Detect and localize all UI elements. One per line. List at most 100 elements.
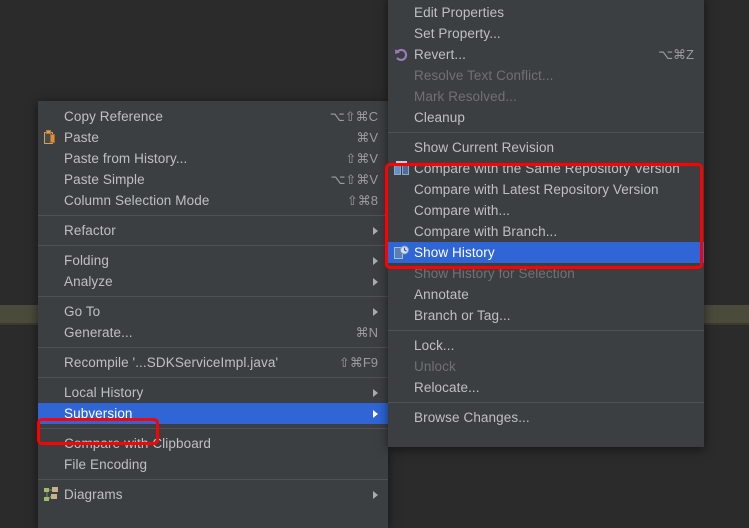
icon-placeholder — [38, 433, 64, 454]
menu-item-compare-with-the-same-repository-version[interactable]: Compare with the Same Repository Version — [388, 158, 704, 179]
submenu-chevron-right-icon — [373, 409, 378, 418]
menu-item-column-selection-mode[interactable]: Column Selection Mode ⇧⌘8 — [38, 190, 388, 211]
submenu-chevron-right-icon — [373, 490, 378, 499]
icon-placeholder — [38, 220, 64, 241]
submenu-chevron-right-icon — [373, 388, 378, 397]
icon-placeholder — [388, 221, 414, 242]
menu-separator — [38, 215, 388, 216]
menu-item-label: Paste Simple — [64, 172, 145, 187]
menu-separator — [38, 479, 388, 480]
menu-item-label: Paste — [64, 130, 100, 145]
menu-item-copy-reference[interactable]: Copy Reference ⌥⇧⌘C — [38, 106, 388, 127]
menu-item-edit-properties[interactable]: Edit Properties — [388, 2, 704, 23]
menu-item-revert[interactable]: Revert... ⌥⌘Z — [388, 44, 704, 65]
menu-item-shortcut: ⇧⌘8 — [346, 192, 378, 208]
menu-item-label: Refactor — [64, 223, 116, 238]
menu-item-shortcut: ⇧⌘V — [345, 150, 378, 166]
menu-item-label: Unlock — [414, 359, 456, 374]
menu-item-analyze[interactable]: Analyze — [38, 271, 388, 292]
menu-item-label: Compare with Branch... — [414, 224, 558, 239]
icon-placeholder — [388, 407, 414, 428]
menu-item-show-current-revision[interactable]: Show Current Revision — [388, 137, 704, 158]
menu-item-go-to[interactable]: Go To — [38, 301, 388, 322]
submenu-chevron-right-icon — [373, 307, 378, 316]
menu-item-label: Lock... — [414, 338, 455, 353]
menu-item-label: Compare with Latest Repository Version — [414, 182, 659, 197]
menu-item-compare-with-clipboard[interactable]: Compare with Clipboard — [38, 433, 388, 454]
menu-separator — [38, 377, 388, 378]
menu-item-set-property[interactable]: Set Property... — [388, 23, 704, 44]
menu-separator — [38, 296, 388, 297]
menu-item-show-history[interactable]: Show History — [388, 242, 704, 263]
menu-item-label: Compare with... — [414, 203, 511, 218]
icon-placeholder — [388, 200, 414, 221]
icon-placeholder — [38, 169, 64, 190]
menu-item-label: Diagrams — [64, 487, 123, 502]
menu-item-cleanup[interactable]: Cleanup — [388, 107, 704, 128]
icon-placeholder — [388, 335, 414, 356]
icon-placeholder — [388, 305, 414, 326]
menu-item-label: Folding — [64, 253, 109, 268]
menu-item-label: Resolve Text Conflict... — [414, 68, 554, 83]
menu-item-label: Recompile '...SDKServiceImpl.java' — [64, 355, 279, 370]
menu-item-label: Analyze — [64, 274, 113, 289]
submenu-chevron-right-icon — [373, 256, 378, 265]
menu-item-branch-or-tag[interactable]: Branch or Tag... — [388, 305, 704, 326]
icon-placeholder — [38, 454, 64, 475]
menu-separator — [38, 347, 388, 348]
menu-item-unlock: Unlock — [388, 356, 704, 377]
history-icon — [388, 242, 414, 263]
menu-item-refactor[interactable]: Refactor — [38, 220, 388, 241]
menu-item-generate[interactable]: Generate... ⌘N — [38, 322, 388, 343]
compare-icon — [388, 158, 414, 179]
menu-item-label: Show History — [414, 245, 495, 260]
menu-item-shortcut: ⇧⌘F9 — [338, 354, 378, 370]
menu-item-label: Mark Resolved... — [414, 89, 517, 104]
menu-item-compare-with-latest-repository-version[interactable]: Compare with Latest Repository Version — [388, 179, 704, 200]
editor-context-menu[interactable]: Copy Reference ⌥⇧⌘C Paste ⌘V Paste from Hist… — [38, 101, 388, 528]
icon-placeholder — [388, 23, 414, 44]
icon-placeholder — [388, 377, 414, 398]
menu-item-compare-with-branch[interactable]: Compare with Branch... — [388, 221, 704, 242]
menu-item-label: Show Current Revision — [414, 140, 555, 155]
menu-item-label: Local History — [64, 385, 144, 400]
menu-item-label: File Encoding — [64, 457, 148, 472]
revert-icon — [388, 44, 414, 65]
menu-item-lock[interactable]: Lock... — [388, 335, 704, 356]
icon-placeholder — [38, 106, 64, 127]
menu-separator — [388, 132, 704, 133]
menu-item-browse-changes[interactable]: Browse Changes... — [388, 407, 704, 428]
icon-placeholder — [38, 250, 64, 271]
menu-item-shortcut: ⌥⇧⌘V — [330, 171, 378, 187]
menu-item-relocate[interactable]: Relocate... — [388, 377, 704, 398]
menu-item-diagrams[interactable]: Diagrams — [38, 484, 388, 505]
menu-item-local-history[interactable]: Local History — [38, 382, 388, 403]
menu-separator — [38, 245, 388, 246]
menu-item-compare-with[interactable]: Compare with... — [388, 200, 704, 221]
menu-separator — [38, 428, 388, 429]
menu-item-label: Go To — [64, 304, 101, 319]
icon-placeholder — [388, 179, 414, 200]
menu-item-label: Edit Properties — [414, 5, 505, 20]
menu-separator — [388, 402, 704, 403]
menu-item-paste-simple[interactable]: Paste Simple ⌥⇧⌘V — [38, 169, 388, 190]
submenu-chevron-right-icon — [373, 226, 378, 235]
menu-item-label: Column Selection Mode — [64, 193, 210, 208]
menu-item-label: Annotate — [414, 287, 469, 302]
menu-item-subversion[interactable]: Subversion — [38, 403, 388, 424]
menu-item-label: Paste from History... — [64, 151, 188, 166]
menu-item-shortcut: ⌥⌘Z — [658, 46, 694, 62]
icon-placeholder — [38, 271, 64, 292]
subversion-submenu[interactable]: Edit Properties Set Property... Revert... ⌥… — [388, 0, 704, 447]
menu-item-folding[interactable]: Folding — [38, 250, 388, 271]
menu-item-shortcut: ⌥⇧⌘C — [329, 108, 378, 124]
menu-item-shortcut: ⌘V — [356, 129, 378, 145]
menu-item-recompile-sdkserviceimpl-java[interactable]: Recompile '...SDKServiceImpl.java' ⇧⌘F9 — [38, 352, 388, 373]
menu-item-paste[interactable]: Paste ⌘V — [38, 127, 388, 148]
menu-item-resolve-text-conflict: Resolve Text Conflict... — [388, 65, 704, 86]
menu-item-paste-from-history[interactable]: Paste from History... ⇧⌘V — [38, 148, 388, 169]
menu-item-annotate[interactable]: Annotate — [388, 284, 704, 305]
diagrams-icon — [38, 484, 64, 505]
icon-placeholder — [388, 137, 414, 158]
menu-item-file-encoding[interactable]: File Encoding — [38, 454, 388, 475]
